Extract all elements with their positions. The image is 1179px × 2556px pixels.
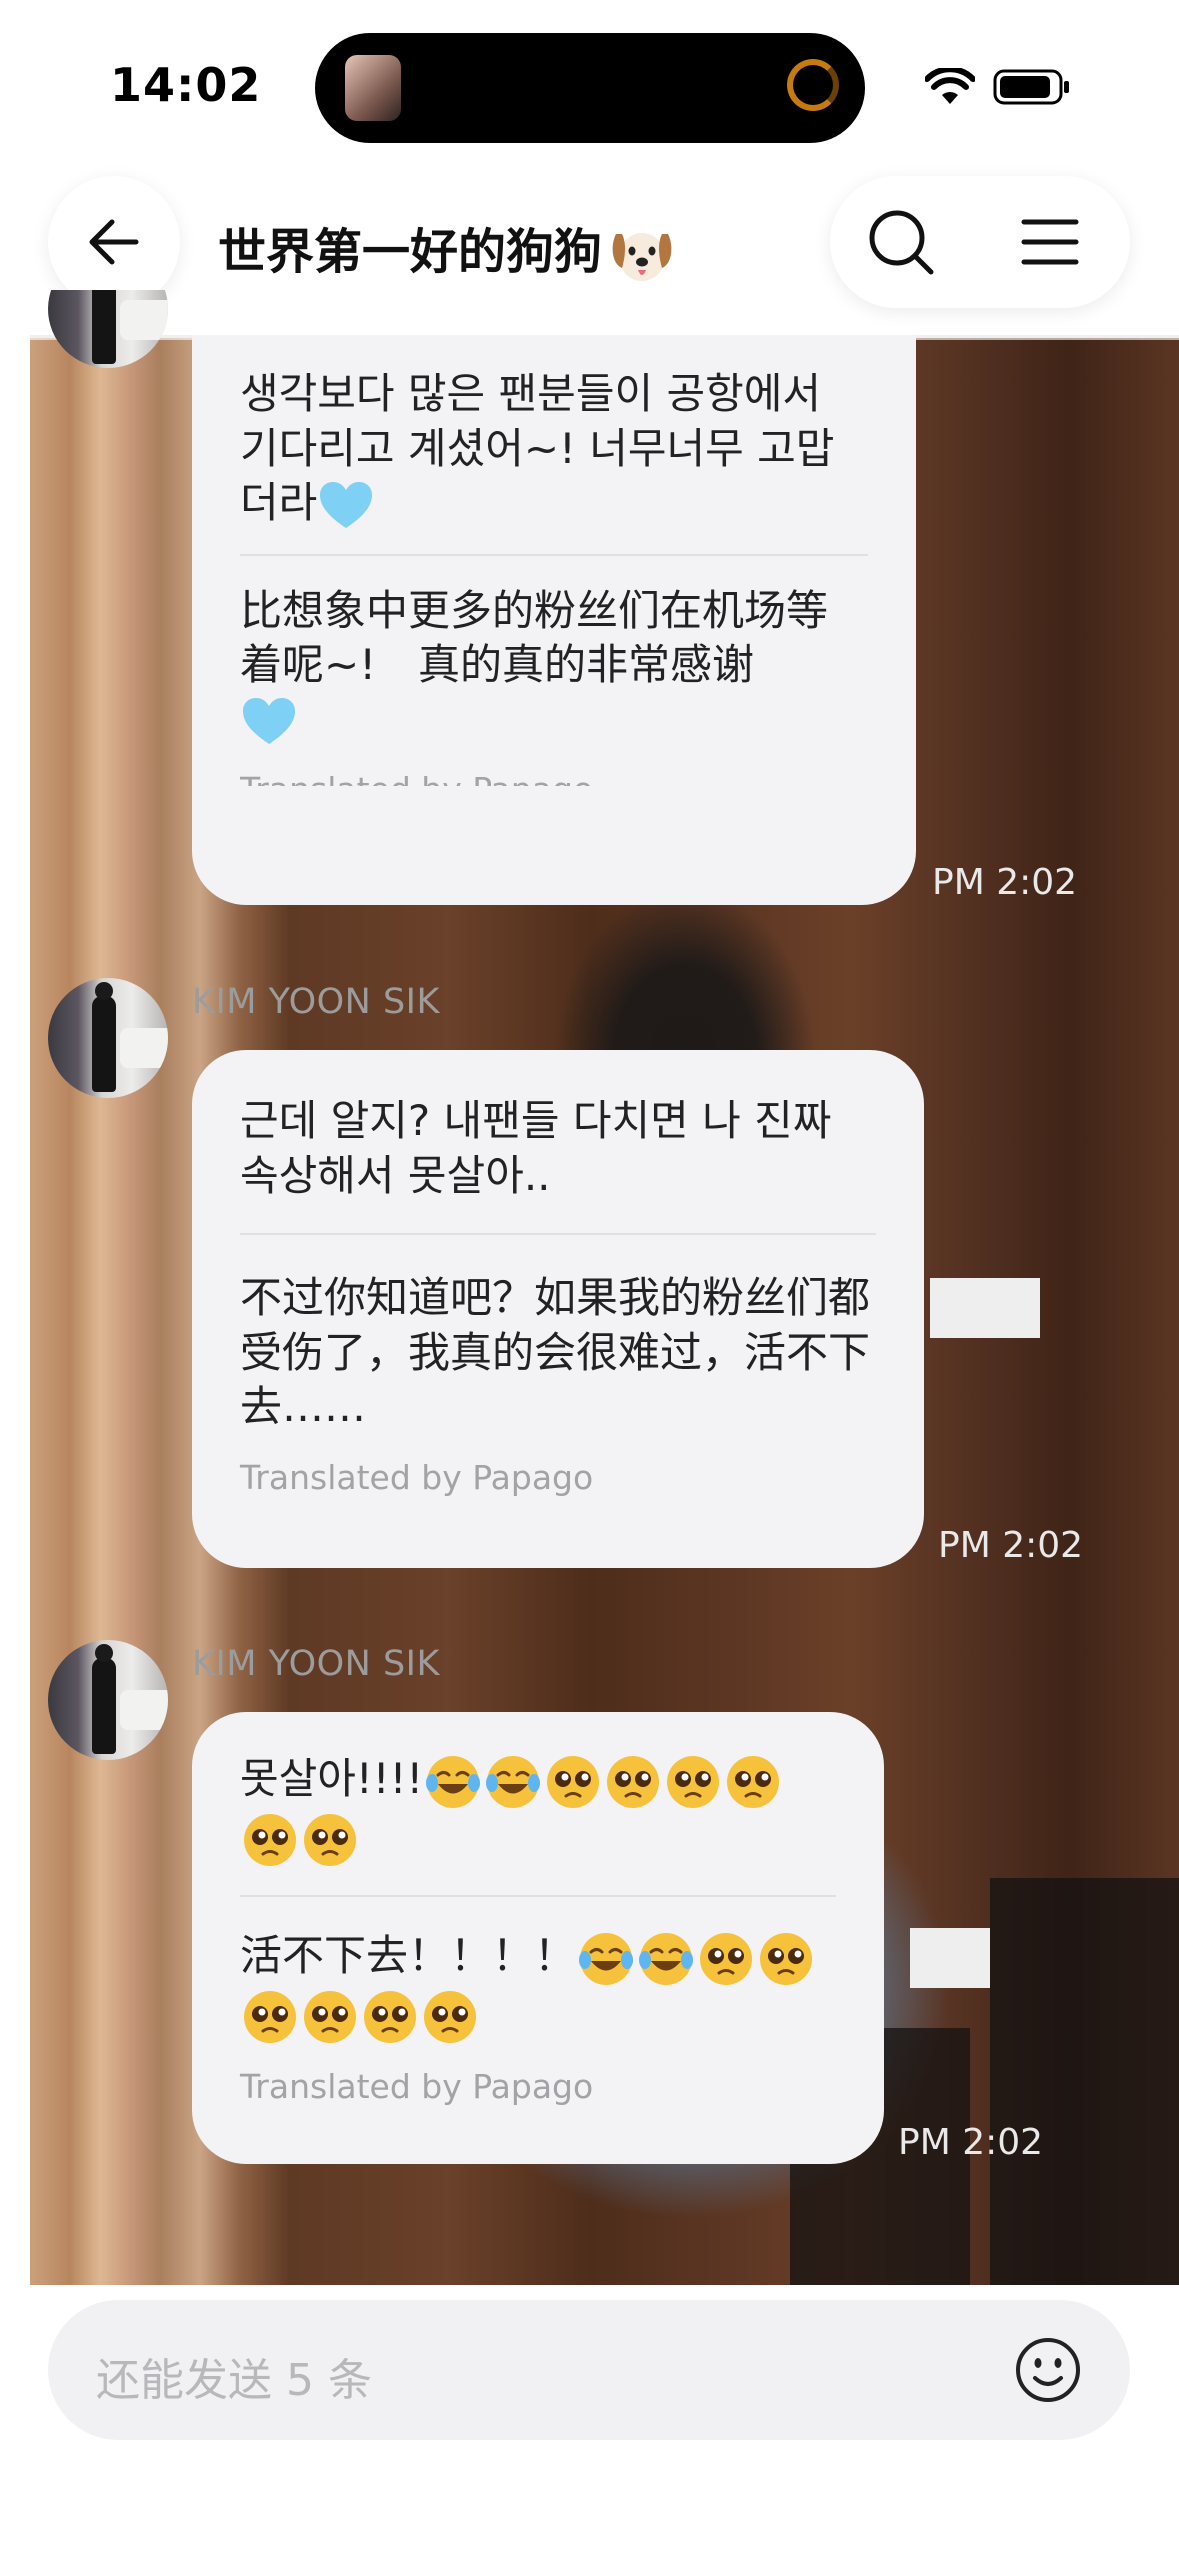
- back-button[interactable]: [48, 176, 180, 308]
- message-translation-text: 比想象中更多的粉丝们在机场等着呢~! 真的真的非常感谢: [240, 584, 868, 749]
- sender-name: KIM YOON SIK: [192, 982, 440, 1022]
- sender-avatar[interactable]: [48, 1640, 168, 1760]
- pleading-face-icon: [424, 1991, 476, 2043]
- blue-heart-icon: [243, 698, 295, 745]
- message-original-text: 못살아!!!!: [240, 1752, 836, 1869]
- status-time: 14:02: [110, 58, 262, 112]
- translation-credit: Translated by Papago: [240, 2067, 594, 2106]
- header-actions: [830, 176, 1130, 308]
- message-time: PM 2:02: [898, 2122, 1044, 2163]
- pleading-face-icon: [547, 1755, 600, 1808]
- face-with-tears-of-joy-icon: [486, 1755, 541, 1808]
- chat-title: 世界第一好的狗狗: [218, 212, 676, 286]
- message-bubble[interactable]: 생각보다 많은 팬분들이 공항에서 기다리고 계셨어~! 너무너무 고맙더라 比…: [192, 335, 916, 905]
- search-icon[interactable]: [865, 206, 937, 278]
- arrow-left-icon: [89, 219, 139, 265]
- face-with-tears-of-joy-icon: [639, 1932, 694, 1985]
- message-time: PM 2:02: [938, 1525, 1084, 1566]
- translation-divider: [240, 1233, 876, 1236]
- pleading-face-icon: [607, 1755, 660, 1808]
- sender-avatar[interactable]: [48, 978, 168, 1098]
- pleading-face-icon: [700, 1932, 753, 1985]
- message-input-placeholder: 还能发送 5 条: [96, 2355, 372, 2406]
- pleading-face-icon: [364, 1991, 416, 2043]
- menu-icon[interactable]: [1020, 212, 1080, 272]
- wifi-icon: [925, 68, 975, 104]
- message-time: PM 2:02: [932, 862, 1078, 903]
- activity-ring-icon: [787, 59, 839, 111]
- now-playing-thumbnail: [345, 55, 401, 121]
- pleading-face-icon: [244, 1991, 296, 2043]
- dynamic-island: [315, 33, 865, 143]
- face-with-tears-of-joy-icon: [426, 1755, 481, 1808]
- sender-name: KIM YOON SIK: [192, 1644, 440, 1684]
- message-input[interactable]: 还能发送 5 条: [48, 2300, 1130, 2440]
- pleading-face-icon: [760, 1932, 813, 1985]
- message-original-text: 생각보다 많은 팬분들이 공항에서 기다리고 계셨어~! 너무너무 고맙더라: [240, 367, 868, 532]
- translation-credit: Translated by Papago: [240, 1457, 594, 1497]
- message-original-text: 근데 알지? 내팬들 다치면 나 진짜 속상해서 못살아..: [240, 1096, 832, 1200]
- battery-icon: [993, 69, 1069, 105]
- smiley-icon[interactable]: [1014, 2336, 1082, 2404]
- message-bubble[interactable]: 근데 알지? 내팬들 다치면 나 진짜 속상해서 못살아.. 不过你知道吧？如果…: [192, 1050, 924, 1568]
- pleading-face-icon: [667, 1755, 720, 1808]
- dog-face-icon: [612, 233, 672, 281]
- blue-heart-icon: [320, 481, 373, 528]
- message-bubble[interactable]: 못살아!!!! 活不下去！！！！ Translated by Papago: [192, 1712, 884, 2164]
- translation-divider: [240, 1895, 836, 1897]
- pleading-face-icon: [304, 1991, 356, 2043]
- pleading-face-icon: [727, 1755, 780, 1808]
- translation-credit: Translated by Papago: [240, 756, 868, 786]
- pleading-face-icon: [304, 1814, 356, 1866]
- translation-divider: [240, 553, 868, 556]
- chat-title-text: 世界第一好的狗狗: [218, 224, 603, 280]
- pleading-face-icon: [244, 1814, 296, 1866]
- face-with-tears-of-joy-icon: [579, 1932, 634, 1985]
- message-translation-text: 活不下去！！！！: [240, 1929, 836, 2046]
- message-translation-text: 不过你知道吧？如果我的粉丝们都受伤了，我真的会很难过，活不下去……: [240, 1273, 871, 1432]
